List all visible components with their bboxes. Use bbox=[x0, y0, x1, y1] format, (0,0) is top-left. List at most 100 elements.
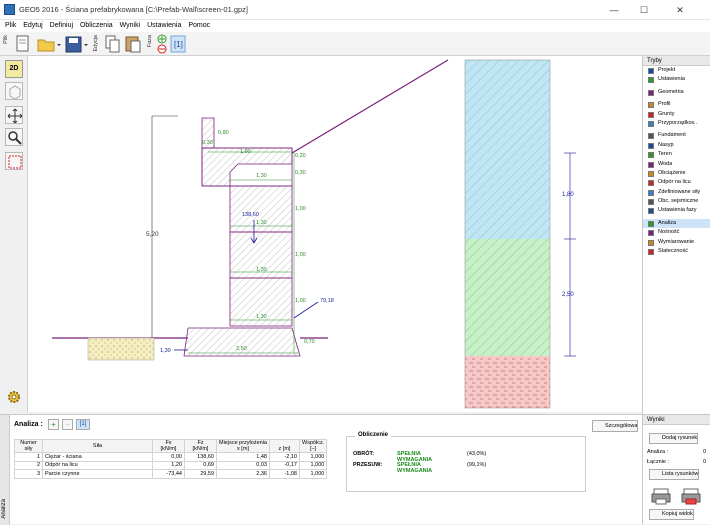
table-row[interactable]: 1 Ciężar - ściana 0,00 138,60 1,48 -2,10… bbox=[14, 452, 328, 462]
maximize-button[interactable]: ☐ bbox=[630, 2, 658, 18]
col-coef: Współcz. [–] bbox=[298, 439, 328, 453]
menu-wyniki[interactable]: Wyniki bbox=[120, 20, 141, 32]
mode-item-woda[interactable]: Woda bbox=[643, 160, 710, 169]
results-panel: Wyniki Dodaj rysunek Analiza : 0 Łącznie… bbox=[642, 414, 710, 524]
mode-item-odp-r-na-licu[interactable]: Odpór na licu bbox=[643, 178, 710, 187]
pan-move-icon[interactable] bbox=[5, 106, 23, 124]
close-button[interactable]: ✕ bbox=[666, 2, 694, 18]
mode-icon bbox=[648, 120, 654, 127]
view-2d-button[interactable]: 2D bbox=[5, 60, 23, 78]
add-analysis-icon[interactable]: + bbox=[48, 419, 59, 430]
mode-item-label: Ustawienia bbox=[658, 76, 685, 83]
remove-analysis-icon[interactable]: − bbox=[62, 419, 73, 430]
menu-pomoc[interactable]: Pomoc bbox=[188, 20, 210, 32]
dim-h5: 1,00 bbox=[295, 298, 306, 304]
mode-icon bbox=[648, 208, 654, 215]
minimize-button[interactable]: — bbox=[600, 2, 628, 18]
mode-item-ustawienia[interactable]: Ustawienia bbox=[643, 75, 710, 84]
mode-item-ustawienia-fazy[interactable]: Ustawienia fazy bbox=[643, 206, 710, 215]
menu-obliczenia[interactable]: Obliczenia bbox=[80, 20, 113, 32]
mode-item-label: Obc. sejsmiczne bbox=[658, 198, 699, 205]
dim-h3: 1,00 bbox=[295, 206, 306, 212]
add-phase-icon[interactable] bbox=[156, 34, 168, 54]
results-header: Wyniki bbox=[643, 415, 710, 425]
list-drawings-button[interactable]: Lista rysunków bbox=[649, 469, 700, 480]
menu-plik[interactable]: Plik bbox=[5, 20, 16, 32]
mode-item-zdefiniowane-si-y[interactable]: Zdefiniowane siły bbox=[643, 188, 710, 197]
phase-one-icon[interactable]: [1] bbox=[170, 34, 186, 54]
settings-gear-icon[interactable] bbox=[5, 388, 23, 406]
print-view-icon[interactable] bbox=[681, 487, 703, 505]
pressure-force-arrow bbox=[293, 301, 319, 319]
menu-definiuj[interactable]: Definiuj bbox=[50, 20, 73, 32]
mode-item-label: Grunty bbox=[658, 110, 675, 117]
table-row[interactable]: 3 Parcie czynne -73,44 29,59 2,36 -1,08 … bbox=[14, 469, 328, 479]
analysis-one-icon[interactable]: [1] bbox=[76, 419, 90, 430]
menu-ustawienia[interactable]: Ustawienia bbox=[147, 20, 181, 32]
details-button[interactable]: Szczegółowa bbox=[592, 420, 638, 432]
save-icon[interactable] bbox=[64, 34, 90, 54]
col-number: Numer siły bbox=[14, 439, 43, 453]
mode-item-obci-enie[interactable]: Obciążenie bbox=[643, 169, 710, 178]
pressure-force-label: 79,18 bbox=[320, 298, 334, 304]
toolbar-group-file-label: Plik bbox=[3, 35, 9, 44]
dim-base-h: 0,70 bbox=[304, 339, 315, 345]
soil-layer-2-hatch bbox=[465, 239, 550, 356]
dim-w4: 1,30 bbox=[256, 314, 267, 320]
mode-item-label: Analiza bbox=[658, 219, 677, 226]
mode-icon bbox=[648, 133, 654, 140]
print-icon[interactable] bbox=[651, 487, 673, 505]
mode-item-profil[interactable]: Profil bbox=[643, 100, 710, 109]
zoom-extents-icon[interactable] bbox=[5, 152, 23, 170]
zoom-icon[interactable] bbox=[5, 128, 23, 146]
app-icon bbox=[4, 4, 15, 15]
mode-item-wymiarowanie[interactable]: Wymiarowanie bbox=[643, 238, 710, 247]
analysis-header: Analiza : bbox=[14, 421, 43, 428]
col-force: Siła bbox=[42, 439, 153, 453]
mode-icon bbox=[648, 220, 654, 227]
mode-icon bbox=[648, 102, 654, 109]
new-file-icon[interactable] bbox=[14, 34, 32, 54]
dim-h1: 0,20 bbox=[295, 153, 306, 159]
copy-view-button[interactable]: Kopiuj widok bbox=[649, 509, 694, 520]
add-drawing-button[interactable]: Dodaj rysunek bbox=[649, 433, 699, 444]
calculation-box: Obliczenie OBRÓT: SPEŁNIA WYMAGANIA (43,… bbox=[346, 432, 586, 492]
copy-icon[interactable] bbox=[104, 34, 122, 54]
mode-item-analiza[interactable]: Analiza bbox=[643, 218, 710, 229]
mode-item-label: Odpór na licu bbox=[658, 179, 691, 186]
analysis-side-tab[interactable]: Analiza bbox=[0, 415, 10, 525]
sliding-status: SPEŁNIA WYMAGANIA bbox=[397, 462, 433, 474]
mode-item-no-no[interactable]: Nośność bbox=[643, 228, 710, 237]
mode-item-geometria[interactable]: Geometria bbox=[643, 88, 710, 97]
rotation-label: OBRÓT: bbox=[353, 451, 375, 457]
paste-icon[interactable] bbox=[124, 34, 142, 54]
mode-item-label: Nośność bbox=[658, 229, 680, 236]
height-dim-label: 5,20 bbox=[146, 231, 159, 238]
mode-item-label: Teren bbox=[658, 151, 672, 158]
mode-item-przyporz-dkov[interactable]: Przyporządkov.. bbox=[643, 119, 710, 128]
mode-icon bbox=[648, 77, 654, 84]
mode-item-stateczno[interactable]: Stateczność bbox=[643, 247, 710, 256]
open-file-icon[interactable] bbox=[36, 34, 62, 54]
col-fx: Fx [kN/m] bbox=[152, 439, 185, 453]
toolbar-group-phase-label: Faza bbox=[147, 35, 153, 48]
mode-item-projekt[interactable]: Projekt bbox=[643, 66, 710, 75]
mode-icon bbox=[648, 142, 654, 149]
table-row[interactable]: 2 Odpór na licu 1,20 0,69 0,03 -0,17 1,0… bbox=[14, 460, 328, 470]
drawing-canvas[interactable]: 1,80 2,50 5,20 0,80 0,30 1,90 0,20 0,30 … bbox=[28, 56, 642, 412]
menu-edytuj[interactable]: Edytuj bbox=[23, 20, 42, 32]
mode-icon bbox=[648, 89, 654, 96]
mode-item-teren[interactable]: Teren bbox=[643, 150, 710, 159]
mode-item-nasyp[interactable]: Nasyp bbox=[643, 141, 710, 150]
dim-h4: 1,00 bbox=[295, 252, 306, 258]
mode-icon bbox=[648, 239, 654, 246]
mode-item-grunty[interactable]: Grunty bbox=[643, 110, 710, 119]
title-bar: GEO5 2016 - Ściana prefabrykowana [C:\Pr… bbox=[0, 0, 710, 20]
mode-item-obc-sejsmiczne[interactable]: Obc. sejsmiczne bbox=[643, 197, 710, 206]
terrain-line bbox=[291, 59, 449, 154]
sliding-pct: (99,1%) bbox=[467, 462, 487, 468]
profile-dim-label-1: 1,80 bbox=[562, 192, 574, 198]
mode-item-fundament[interactable]: Fundament bbox=[643, 131, 710, 140]
view-3d-icon[interactable] bbox=[5, 82, 23, 100]
modes-panel: Tryby Projekt Ustawienia Geometria Profil Gr… bbox=[642, 56, 710, 414]
